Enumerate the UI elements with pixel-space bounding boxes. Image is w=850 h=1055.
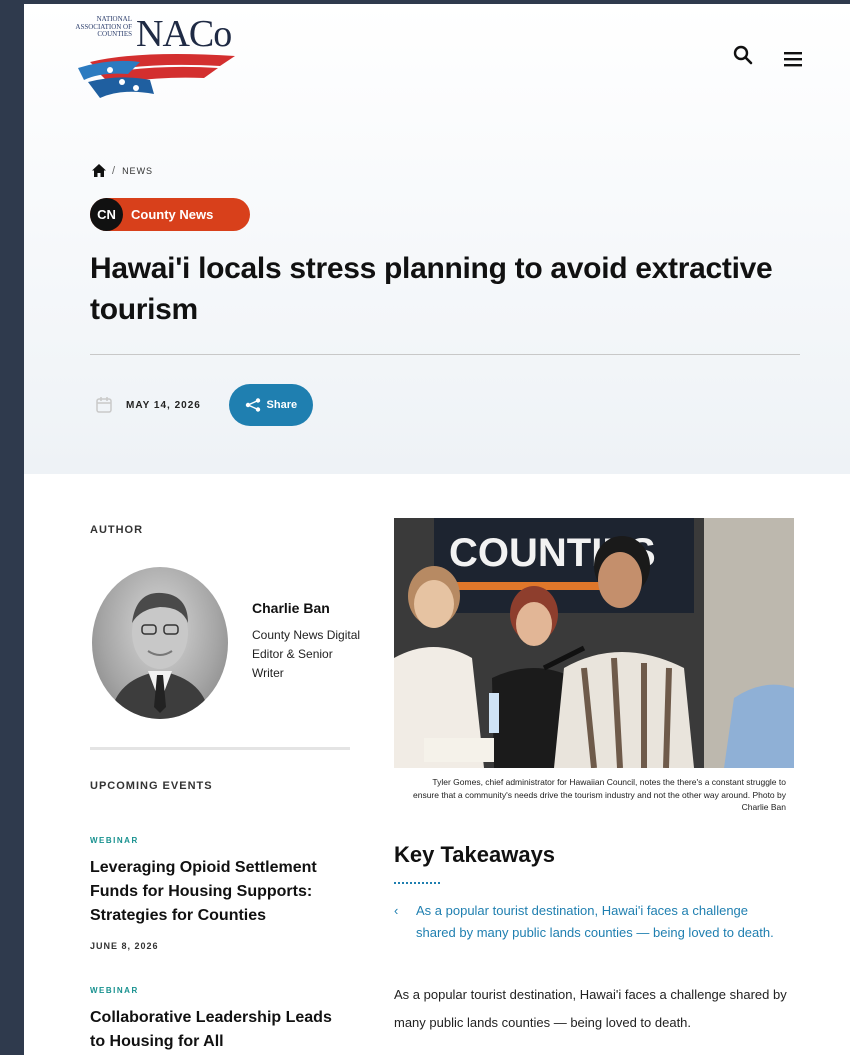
author-portrait-icon [110, 592, 210, 719]
breadcrumb: / NEWS [92, 164, 153, 177]
key-takeaways-underline [394, 882, 440, 884]
article-title: Hawai'i locals stress planning to avoid … [90, 252, 773, 326]
page: NATIONAL ASSOCIATION of COUNTIES NACo / … [24, 4, 850, 1055]
takeaway-item: ‹ As a popular tourist destination, Hawa… [394, 900, 784, 944]
event-title-link[interactable]: Leveraging Opioid Settlement Funds for H… [90, 856, 350, 928]
article-date: MAY 14, 2026 [126, 399, 201, 411]
title-divider [90, 354, 800, 355]
photo-caption: Tyler Gomes, chief administrator for Haw… [413, 777, 786, 812]
chevron-left-icon: ‹ [394, 903, 399, 918]
key-takeaways-heading: Key Takeaways [394, 842, 556, 867]
share-icon [245, 398, 260, 412]
share-label: Share [266, 399, 298, 411]
event-type: WEBINAR [90, 986, 139, 995]
hamburger-menu-icon[interactable] [782, 48, 804, 70]
event-type: WEBINAR [90, 836, 139, 845]
breadcrumb-separator: / [112, 164, 117, 177]
article-paragraph: As a popular tourist destination, Hawai'… [394, 987, 787, 1030]
search-icon[interactable] [732, 44, 754, 66]
naco-logo[interactable]: NATIONAL ASSOCIATION of COUNTIES NACo [70, 10, 260, 104]
county-news-badge[interactable]: CN County News [90, 198, 250, 231]
author-role: County News Digital Editor & Senior Writ… [252, 628, 361, 680]
panel-discussion-image: COUNTIES [394, 518, 794, 768]
author-heading: AUTHOR [90, 524, 144, 536]
event-title-link[interactable]: Collaborative Leadership Leads to Housin… [90, 1006, 350, 1054]
badge-short: CN [90, 198, 123, 231]
author-name[interactable]: Charlie Ban [252, 600, 330, 616]
sidebar-divider [90, 747, 350, 750]
takeaway-text: As a popular tourist destination, Hawai'… [416, 903, 774, 940]
author-avatar [92, 567, 228, 719]
calendar-icon [96, 397, 112, 413]
flag-swoosh-icon [78, 54, 235, 98]
badge-label: County News [131, 207, 214, 222]
event-date: JUNE 8, 2026 [90, 941, 159, 951]
article-meta: MAY 14, 2026 Share [94, 384, 313, 426]
breadcrumb-current[interactable]: NEWS [122, 166, 153, 176]
share-button[interactable]: Share [228, 384, 313, 426]
home-icon[interactable] [92, 164, 106, 177]
article-photo: COUNTIES [394, 518, 794, 768]
logo-small-text: NATIONAL ASSOCIATION of COUNTIES [75, 15, 132, 38]
events-heading: UPCOMING EVENTS [90, 780, 213, 792]
